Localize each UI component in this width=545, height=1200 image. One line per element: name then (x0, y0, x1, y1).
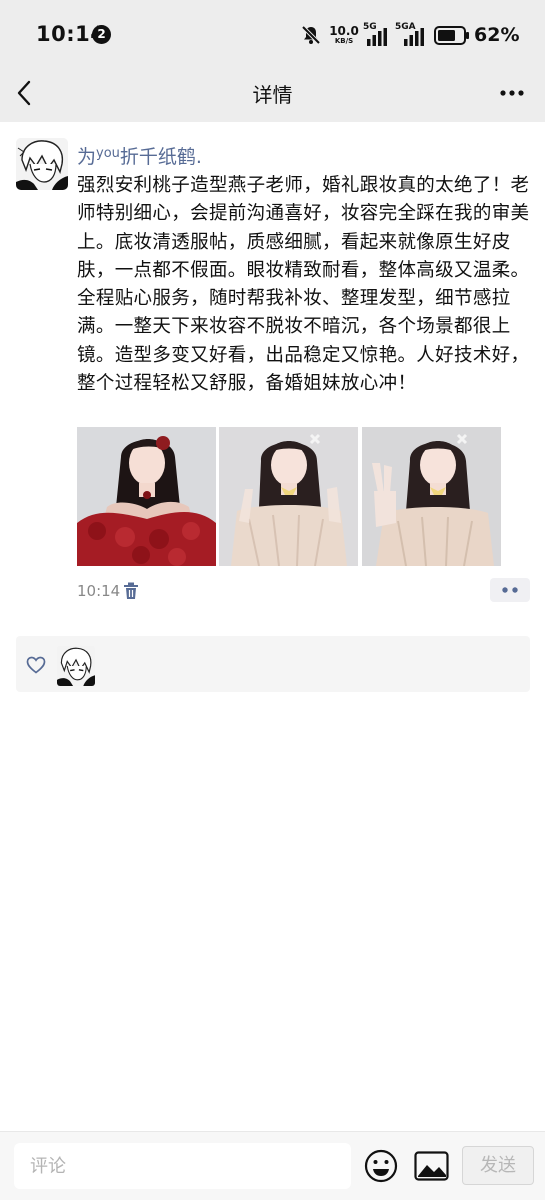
more-dots-icon[interactable] (499, 80, 525, 106)
post-time: 10:14 (77, 582, 121, 600)
signal-bars-2-icon (404, 28, 424, 46)
net-speed-unit: KB/S (334, 37, 354, 45)
status-icons: 10.0 KB/S 5G 5GA 62% (301, 22, 519, 48)
emoji-icon[interactable] (364, 1149, 398, 1183)
photo-red-gown (77, 427, 216, 566)
nav-bar: 详情 (0, 68, 545, 122)
liker-avatar[interactable] (57, 646, 95, 686)
anime-avatar-image (57, 646, 95, 686)
post-photo-2[interactable] (219, 427, 358, 566)
signal-bars-icon (367, 28, 387, 46)
anime-avatar-image (16, 138, 68, 190)
photo-cream-gown-peace (362, 427, 501, 566)
notification-badge: 2 (92, 25, 111, 44)
post-photo-3[interactable] (362, 427, 501, 566)
net-speed-value: 10.0 (329, 24, 359, 38)
comment-bar: 发送 (0, 1131, 545, 1200)
author-name-suffix: 折千纸鹤. (119, 146, 202, 168)
battery-icon (434, 26, 469, 45)
image-icon[interactable] (414, 1151, 449, 1181)
net-speed: 10.0 KB/S (329, 25, 359, 45)
author-name-prefix: 为 (77, 146, 97, 168)
post-text: 强烈安利桃子造型燕子老师，婚礼跟妆真的太绝了！老师特别细心，会提前沟通喜好，妆容… (77, 175, 530, 395)
status-bar: 10:14 2 10.0 KB/S 5G 5GA 62% (0, 0, 545, 68)
mute-bell-icon (301, 25, 321, 45)
screen: 10:14 2 10.0 KB/S 5G 5GA 62% 详情 为you折千纸鹤… (0, 0, 545, 1200)
like-comment-button[interactable] (490, 578, 530, 602)
post-photo-1[interactable] (77, 427, 216, 566)
author-avatar[interactable] (16, 138, 68, 190)
author-name-sup: you (96, 146, 120, 161)
more-dots-icon (502, 587, 518, 593)
heart-icon (26, 656, 46, 674)
likes-panel (16, 636, 530, 692)
page-title: 详情 (252, 83, 293, 107)
battery-percent: 62% (474, 24, 520, 46)
send-button[interactable]: 发送 (462, 1146, 534, 1185)
trash-icon[interactable] (123, 582, 139, 600)
author-name[interactable]: 为you折千纸鹤. (77, 142, 202, 169)
comment-input[interactable] (14, 1143, 351, 1189)
photo-cream-gown-ok (219, 427, 358, 566)
